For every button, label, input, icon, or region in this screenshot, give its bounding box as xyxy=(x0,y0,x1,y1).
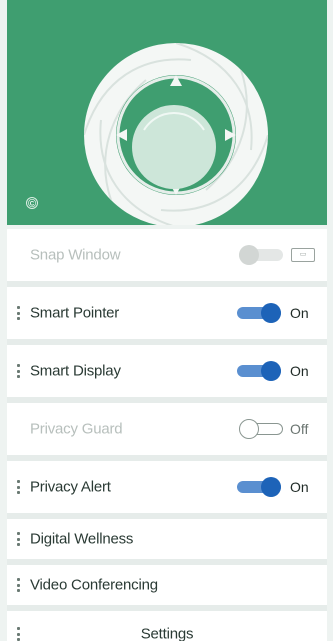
settings-button[interactable]: Settings xyxy=(7,626,327,641)
copyright-icon: © xyxy=(26,197,38,210)
feature-row-smart-display[interactable]: Smart Display On xyxy=(7,345,327,403)
drag-handle-icon[interactable] xyxy=(16,364,20,378)
privacy-alert-toggle[interactable] xyxy=(237,477,281,497)
drag-handle-icon[interactable] xyxy=(16,306,20,320)
feature-row-snap-window: Snap Window ▭ xyxy=(7,229,327,287)
settings-row[interactable]: Settings xyxy=(7,611,327,641)
toggle-state-label: On xyxy=(290,479,309,495)
hero-banner: © xyxy=(7,0,327,225)
smart-display-toggle[interactable] xyxy=(237,361,281,381)
app-window: © Snap Window ▭ Smart Pointer On Smart D… xyxy=(0,0,333,641)
drag-handle-icon[interactable] xyxy=(16,578,20,592)
feature-list: Snap Window ▭ Smart Pointer On Smart Dis… xyxy=(7,229,327,641)
shutter-lens-icon xyxy=(84,43,268,225)
smart-pointer-toggle[interactable] xyxy=(237,303,281,323)
link-row-video-conferencing[interactable]: Video Conferencing xyxy=(7,565,327,611)
feature-label: Privacy Alert xyxy=(30,478,111,496)
privacy-guard-toggle[interactable] xyxy=(239,419,283,439)
link-label[interactable]: Digital Wellness xyxy=(30,531,133,548)
feature-row-smart-pointer[interactable]: Smart Pointer On xyxy=(7,287,327,345)
toggle-state-label: On xyxy=(290,305,309,321)
toggle-state-label: Off xyxy=(290,421,309,437)
feature-label: Smart Display xyxy=(30,362,121,380)
feature-label: Privacy Guard xyxy=(30,420,123,438)
link-row-digital-wellness[interactable]: Digital Wellness xyxy=(7,519,327,565)
snap-window-toggle xyxy=(239,245,283,265)
feature-label: Smart Pointer xyxy=(30,304,120,322)
feature-row-privacy-alert[interactable]: Privacy Alert On xyxy=(7,461,327,519)
drag-handle-icon[interactable] xyxy=(16,480,20,494)
drag-handle-icon[interactable] xyxy=(16,532,20,546)
unavailable-icon: ▭ xyxy=(291,248,315,262)
link-label[interactable]: Video Conferencing xyxy=(30,577,158,594)
toggle-state-label: On xyxy=(290,363,309,379)
feature-row-privacy-guard: Privacy Guard Off xyxy=(7,403,327,461)
feature-label: Snap Window xyxy=(30,246,121,264)
